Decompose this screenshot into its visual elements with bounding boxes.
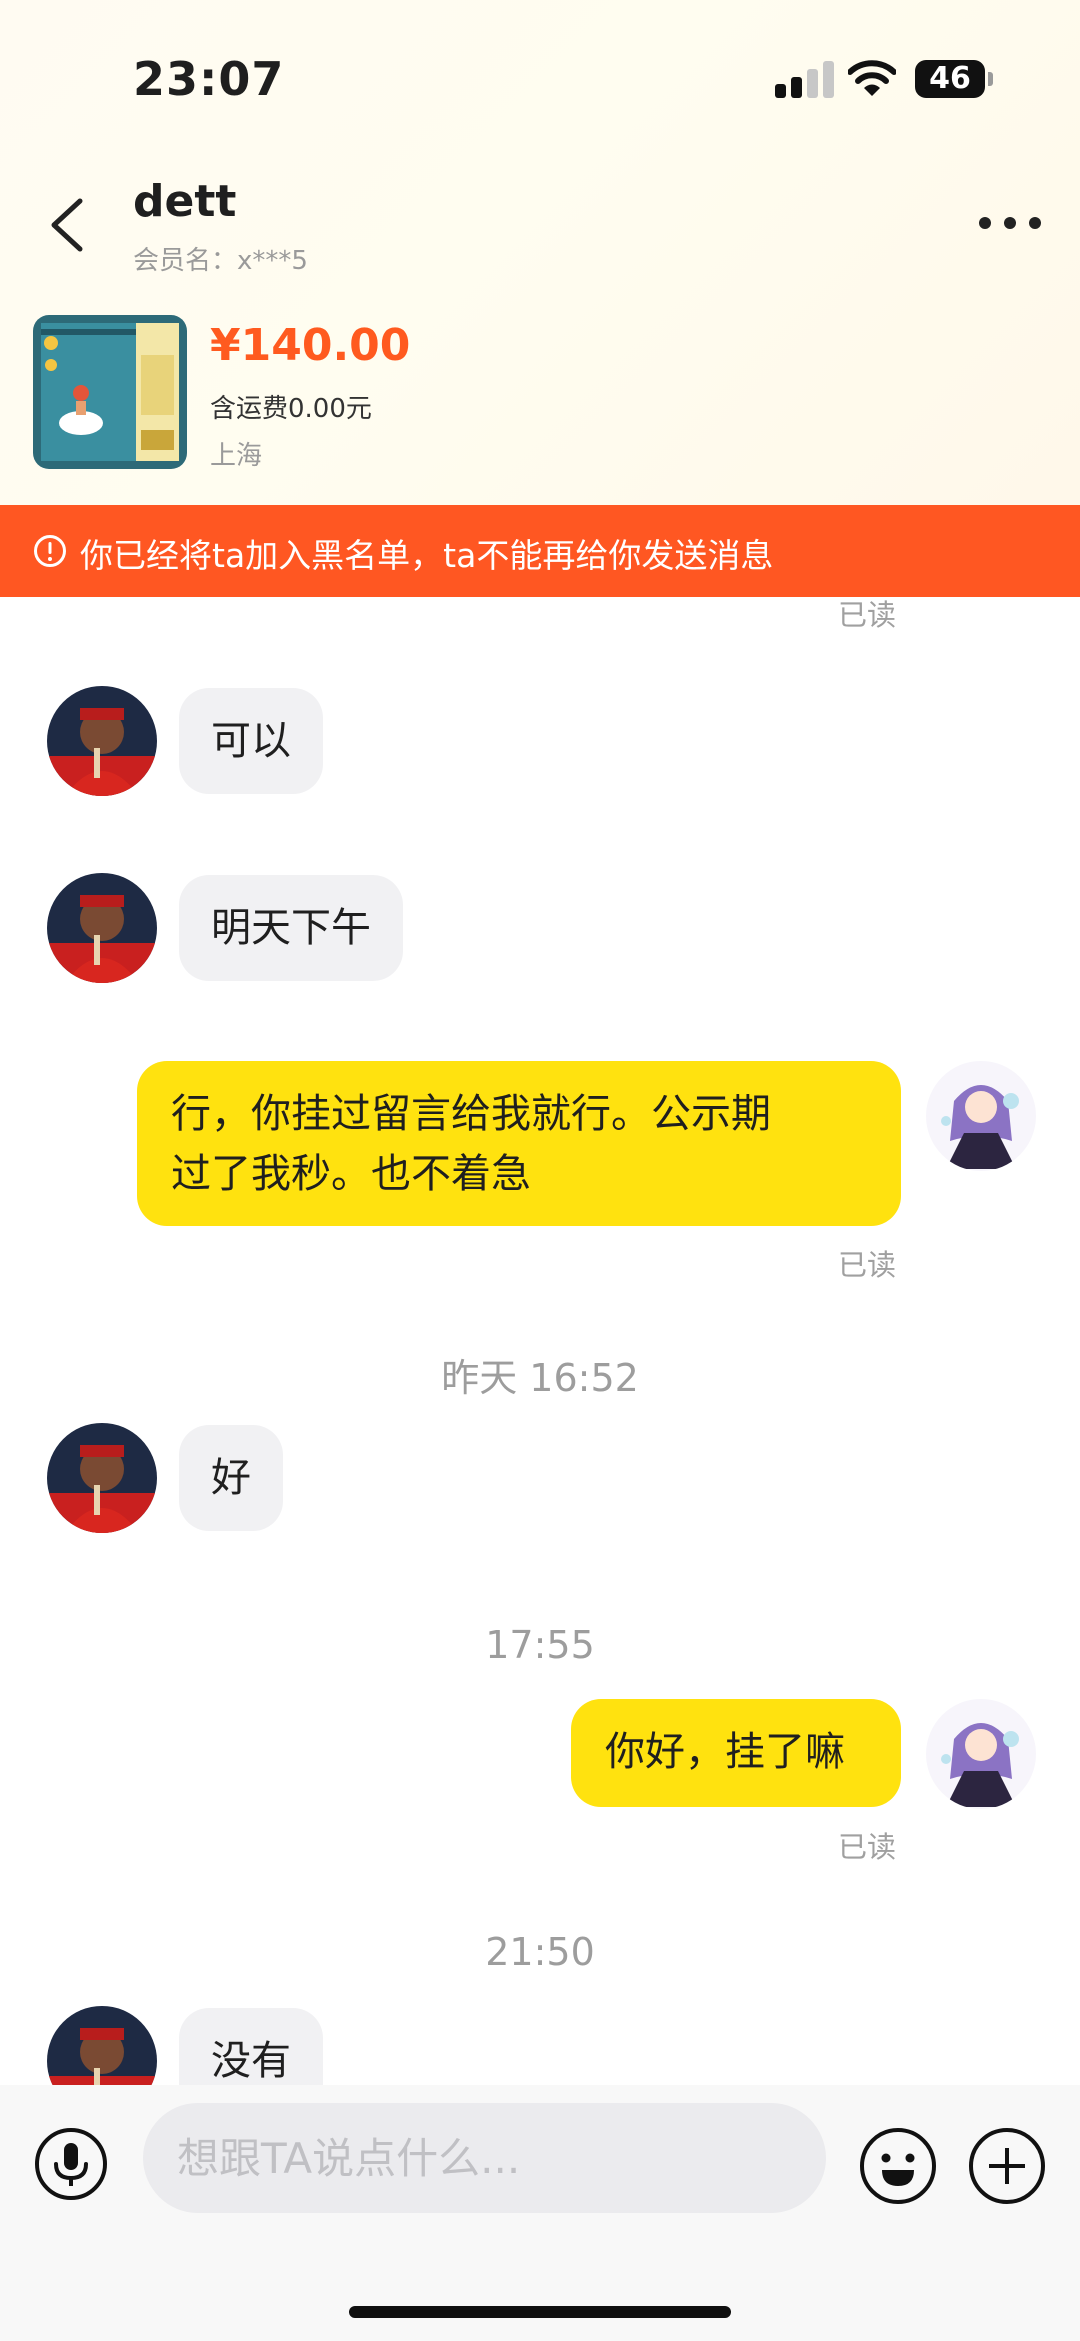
blacklist-banner-text: 你已经将ta加入黑名单，ta不能再给你发送消息	[80, 536, 774, 575]
cellular-signal-icon	[775, 60, 835, 98]
blacklist-banner: 你已经将ta加入黑名单，ta不能再给你发送消息	[0, 505, 1080, 597]
battery-icon	[988, 72, 993, 86]
contact-avatar[interactable]	[47, 1423, 157, 1533]
outgoing-message[interactable]: 你好，挂了嘛	[571, 1699, 901, 1807]
voice-input-icon[interactable]	[33, 2126, 109, 2202]
incoming-message[interactable]: 可以	[179, 688, 323, 794]
add-attachment-icon[interactable]	[967, 2126, 1047, 2206]
more-options-icon[interactable]	[975, 205, 1045, 241]
product-price: ¥140.00	[210, 320, 411, 371]
warning-icon	[34, 535, 66, 567]
contact-name: dett	[133, 176, 237, 227]
member-name: 会员名：x***5	[133, 246, 308, 276]
timestamp: 昨天 16:52	[441, 1356, 639, 1400]
contact-avatar[interactable]	[47, 686, 157, 796]
contact-avatar[interactable]	[47, 873, 157, 983]
message-input[interactable]	[143, 2103, 826, 2213]
message-line: 行，你挂过留言给我就行。公示期	[171, 1091, 771, 1137]
home-indicator	[349, 2306, 731, 2318]
my-avatar[interactable]	[926, 1061, 1036, 1171]
back-arrow-icon[interactable]	[44, 195, 94, 255]
product-location: 上海	[210, 441, 263, 471]
outgoing-message[interactable]: 行，你挂过留言给我就行。公示期 过了我秒。也不着急	[137, 1061, 901, 1226]
wifi-icon	[848, 60, 896, 96]
timestamp: 17:55	[485, 1623, 595, 1667]
incoming-message[interactable]: 明天下午	[179, 875, 403, 981]
read-status: 已读	[838, 1830, 897, 1864]
emoji-icon[interactable]	[858, 2126, 938, 2206]
status-time: 23:07	[133, 52, 285, 106]
shipping-fee: 含运费0.00元	[210, 394, 372, 424]
timestamp: 21:50	[485, 1930, 595, 1974]
product-thumbnail[interactable]	[33, 315, 187, 469]
read-status: 已读	[838, 1248, 897, 1282]
message-line: 过了我秒。也不着急	[171, 1151, 531, 1197]
read-status: 已读	[838, 598, 897, 632]
my-avatar[interactable]	[926, 1699, 1036, 1809]
incoming-message[interactable]: 好	[179, 1425, 283, 1531]
battery-level: 46	[915, 60, 985, 98]
